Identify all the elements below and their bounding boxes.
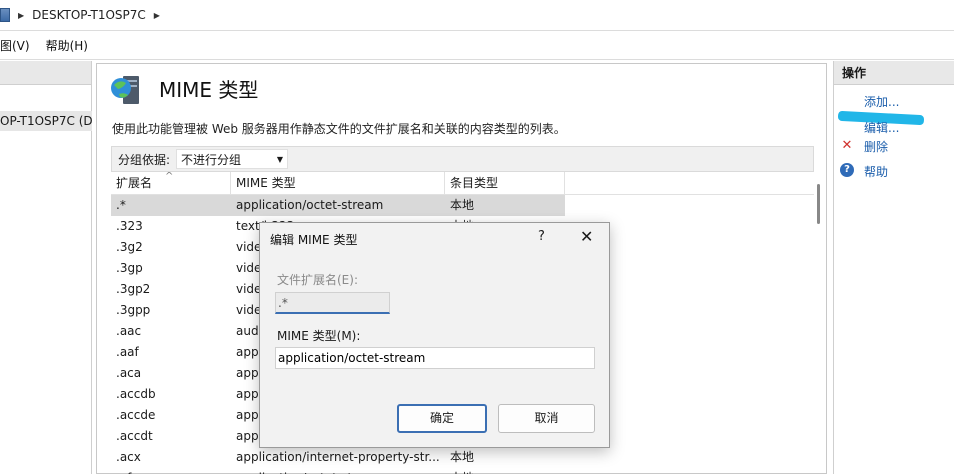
table-cell: .acx (116, 450, 141, 464)
group-by-bar: 分组依据: 不进行分组 ▼ (111, 146, 814, 172)
close-icon[interactable]: ✕ (580, 227, 593, 246)
chevron-down-icon: ▼ (276, 154, 284, 164)
delete-icon: ✕ (841, 138, 853, 153)
table-cell: .3gp2 (116, 282, 151, 296)
action-help[interactable]: 帮助 (864, 163, 888, 180)
page-title: MIME 类型 (159, 78, 259, 102)
actions-pane: 操作 添加... 编辑... ✕ 删除 ? 帮助 (833, 61, 954, 474)
menu-bar: 图(V) 帮助(H) (0, 32, 954, 60)
server-icon (0, 8, 10, 22)
tree-node-server[interactable]: OP-T1OSP7C (DE (0, 111, 92, 131)
table-cell: .accde (116, 408, 156, 422)
table-cell: .* (111, 195, 231, 216)
menu-view[interactable]: 图(V) (0, 37, 30, 54)
table-row[interactable]: .* application/octet-stream 本地 (111, 195, 814, 216)
table-cell: .afm (111, 468, 231, 474)
table-header: 扩展名 ^ MIME 类型 条目类型 (111, 172, 814, 195)
table-row[interactable]: .acx application/internet-property-str...… (111, 447, 814, 468)
extension-label: 文件扩展名(E): (277, 273, 358, 287)
table-cell: .aca (116, 366, 142, 380)
address-bar[interactable]: ▶ DESKTOP-T1OSP7C ▶ (0, 0, 954, 31)
table-cell: application/octet-stream (231, 195, 445, 216)
table-cell: 本地 (445, 468, 565, 474)
edit-mime-dialog: 编辑 MIME 类型 ? ✕ 文件扩展名(E): MIME 类型(M): 确定 … (259, 222, 610, 448)
column-header-extension[interactable]: 扩展名 ^ (111, 172, 231, 194)
group-by-label: 分组依据: (118, 152, 171, 167)
action-edit[interactable]: 编辑... (864, 119, 899, 136)
table-cell: .accdb (116, 387, 156, 401)
help-icon: ? (840, 163, 854, 177)
mime-type-label: MIME 类型(M): (277, 329, 361, 343)
table-cell: application/octet-stream (231, 468, 445, 474)
table-cell: .aaf (116, 345, 139, 359)
mime-type-field[interactable] (275, 347, 595, 369)
chevron-right-icon[interactable]: ▶ (18, 11, 24, 20)
table-cell: .aac (116, 324, 142, 338)
column-header-mime[interactable]: MIME 类型 (231, 172, 445, 194)
action-add[interactable]: 添加... (864, 93, 899, 110)
table-cell: .3g2 (116, 240, 143, 254)
table-cell: 本地 (450, 450, 475, 464)
vertical-scrollbar[interactable] (817, 184, 820, 224)
page-description: 使用此功能管理被 Web 服务器用作静态文件的文件扩展名和关联的内容类型的列表。 (112, 122, 566, 136)
dialog-title: 编辑 MIME 类型 (270, 233, 358, 247)
action-delete[interactable]: 删除 (864, 138, 888, 155)
table-cell: application/internet-property-str... (236, 450, 440, 464)
connections-header (0, 61, 91, 85)
table-cell: .3gpp (116, 303, 151, 317)
extension-field[interactable] (275, 292, 390, 314)
menu-help[interactable]: 帮助(H) (46, 37, 88, 54)
cancel-button[interactable]: 取消 (498, 404, 595, 433)
ok-button[interactable]: 确定 (397, 404, 487, 433)
table-cell: .3gp (116, 261, 143, 275)
connections-pane: OP-T1OSP7C (DE (0, 61, 92, 474)
group-by-select[interactable]: 不进行分组 ▼ (176, 149, 289, 169)
table-cell: .accdt (116, 429, 153, 443)
column-header-type[interactable]: 条目类型 (445, 172, 565, 194)
actions-header: 操作 (834, 61, 954, 85)
table-cell: 本地 (445, 195, 565, 216)
breadcrumb-host[interactable]: DESKTOP-T1OSP7C (32, 8, 146, 22)
table-row[interactable]: .afmapplication/octet-stream本地 (111, 468, 814, 474)
mime-globe-icon (111, 76, 139, 104)
help-icon[interactable]: ? (538, 229, 545, 244)
table-cell: .323 (116, 219, 143, 233)
group-by-value: 不进行分组 (181, 152, 242, 167)
chevron-right-icon[interactable]: ▶ (154, 11, 160, 20)
sort-ascending-icon: ^ (165, 172, 174, 182)
